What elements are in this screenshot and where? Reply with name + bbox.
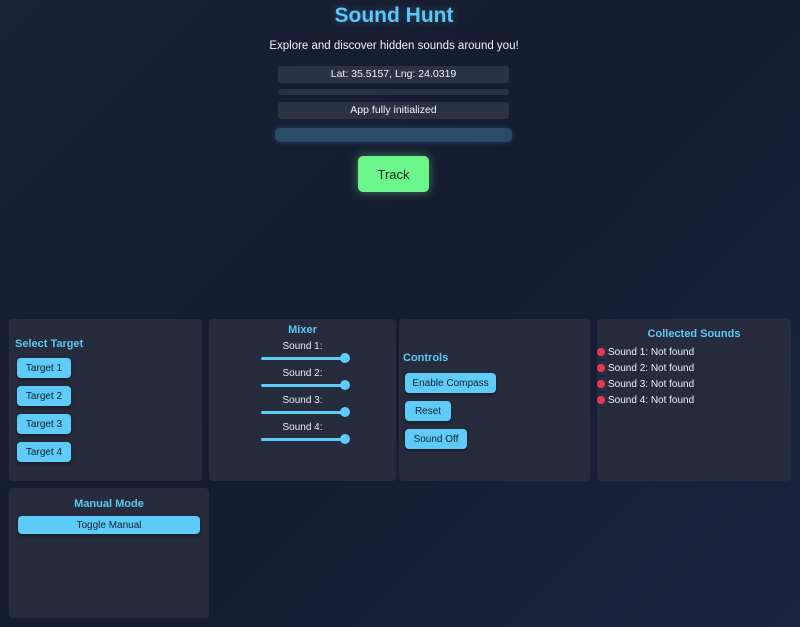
distance-progress-bar: [275, 128, 512, 142]
controls-heading: Controls: [403, 352, 449, 364]
mixer-heading: Mixer: [288, 324, 317, 336]
list-item: Sound 1: Not found: [597, 347, 694, 358]
track-button[interactable]: Track: [358, 156, 429, 192]
manual-mode-heading: Manual Mode: [74, 498, 144, 510]
select-target-heading: Select Target: [15, 338, 84, 350]
slider-thumb[interactable]: [340, 434, 350, 444]
enable-compass-button[interactable]: Enable Compass: [405, 373, 496, 393]
sound-2-volume-slider[interactable]: [261, 380, 350, 390]
collected-sound-1: Sound 1: Not found: [608, 347, 695, 358]
slider-thumb[interactable]: [340, 407, 350, 417]
not-found-dot-icon: [597, 348, 605, 356]
mixer-panel: Mixer Sound 1: Sound 2: Sound 3: Sound 4…: [209, 319, 396, 481]
collected-sounds-heading: Collected Sounds: [647, 328, 741, 340]
collected-sounds-panel: Collected Sounds Sound 1: Not found Soun…: [597, 319, 791, 481]
list-item: Sound 3: Not found: [597, 379, 694, 390]
target-1-button[interactable]: Target 1: [17, 358, 71, 378]
target-4-button[interactable]: Target 4: [17, 442, 71, 462]
info-bar-empty: [278, 89, 509, 95]
list-item: Sound 4: Not found: [597, 395, 694, 406]
toggle-manual-button[interactable]: Toggle Manual: [18, 516, 200, 534]
sound-1-label: Sound 1:: [282, 341, 323, 352]
sound-off-button[interactable]: Sound Off: [405, 429, 467, 449]
select-target-panel: Select Target Target 1 Target 2 Target 3…: [9, 319, 202, 481]
sound-1-volume-slider[interactable]: [261, 353, 350, 363]
app-title: Sound Hunt: [334, 4, 454, 27]
sound-3-volume-slider[interactable]: [261, 407, 350, 417]
sound-3-label: Sound 3:: [282, 395, 323, 406]
target-3-button[interactable]: Target 3: [17, 414, 71, 434]
sound-4-volume-slider[interactable]: [261, 434, 350, 444]
controls-panel: Controls Enable Compass Reset Sound Off: [399, 319, 590, 481]
coordinates-display: Lat: 35.5157, Lng: 24.0319: [278, 66, 509, 83]
collected-sound-4: Sound 4: Not found: [608, 395, 695, 406]
list-item: Sound 2: Not found: [597, 363, 694, 374]
target-2-button[interactable]: Target 2: [17, 386, 71, 406]
not-found-dot-icon: [597, 380, 605, 388]
not-found-dot-icon: [597, 364, 605, 372]
not-found-dot-icon: [597, 396, 605, 404]
status-message: App fully initialized: [278, 102, 509, 119]
reset-button[interactable]: Reset: [405, 401, 451, 421]
sound-4-label: Sound 4:: [282, 422, 323, 433]
slider-thumb[interactable]: [340, 353, 350, 363]
slider-thumb[interactable]: [340, 380, 350, 390]
app-subtitle: Explore and discover hidden sounds aroun…: [269, 40, 519, 52]
sound-2-label: Sound 2:: [282, 368, 323, 379]
collected-sound-2: Sound 2: Not found: [608, 363, 695, 374]
collected-sound-3: Sound 3: Not found: [608, 379, 695, 390]
manual-mode-panel: Manual Mode Toggle Manual: [9, 488, 209, 618]
